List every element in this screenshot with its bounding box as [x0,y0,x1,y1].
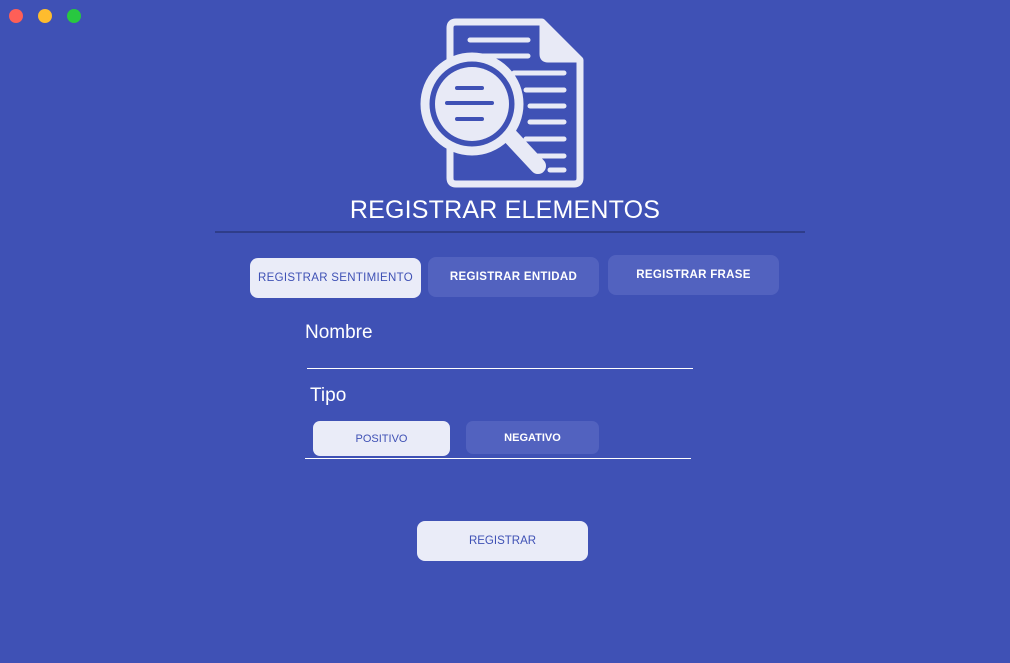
tipo-positivo-button[interactable]: POSITIVO [313,421,450,456]
tipo-divider [305,458,691,459]
page-title: REGISTRAR ELEMENTOS [349,196,661,224]
app-window: REGISTRAR ELEMENTOS REGISTRAR SENTIMIENT… [0,0,1010,663]
minimize-window-button[interactable] [38,9,52,23]
window-controls [9,9,81,23]
tipo-negativo-button[interactable]: NEGATIVO [466,421,599,454]
tab-registrar-sentimiento[interactable]: REGISTRAR SENTIMIENTO [250,258,421,298]
nombre-label: Nombre [305,322,373,343]
maximize-window-button[interactable] [67,9,81,23]
tab-registrar-frase[interactable]: REGISTRAR FRASE [608,255,779,295]
registrar-button[interactable]: REGISTRAR [417,521,588,561]
document-search-icon [420,18,584,188]
tab-registrar-entidad[interactable]: REGISTRAR ENTIDAD [428,257,599,297]
tipo-label: Tipo [310,385,347,406]
close-window-button[interactable] [9,9,23,23]
title-divider [215,231,805,233]
nombre-input[interactable] [307,342,693,369]
